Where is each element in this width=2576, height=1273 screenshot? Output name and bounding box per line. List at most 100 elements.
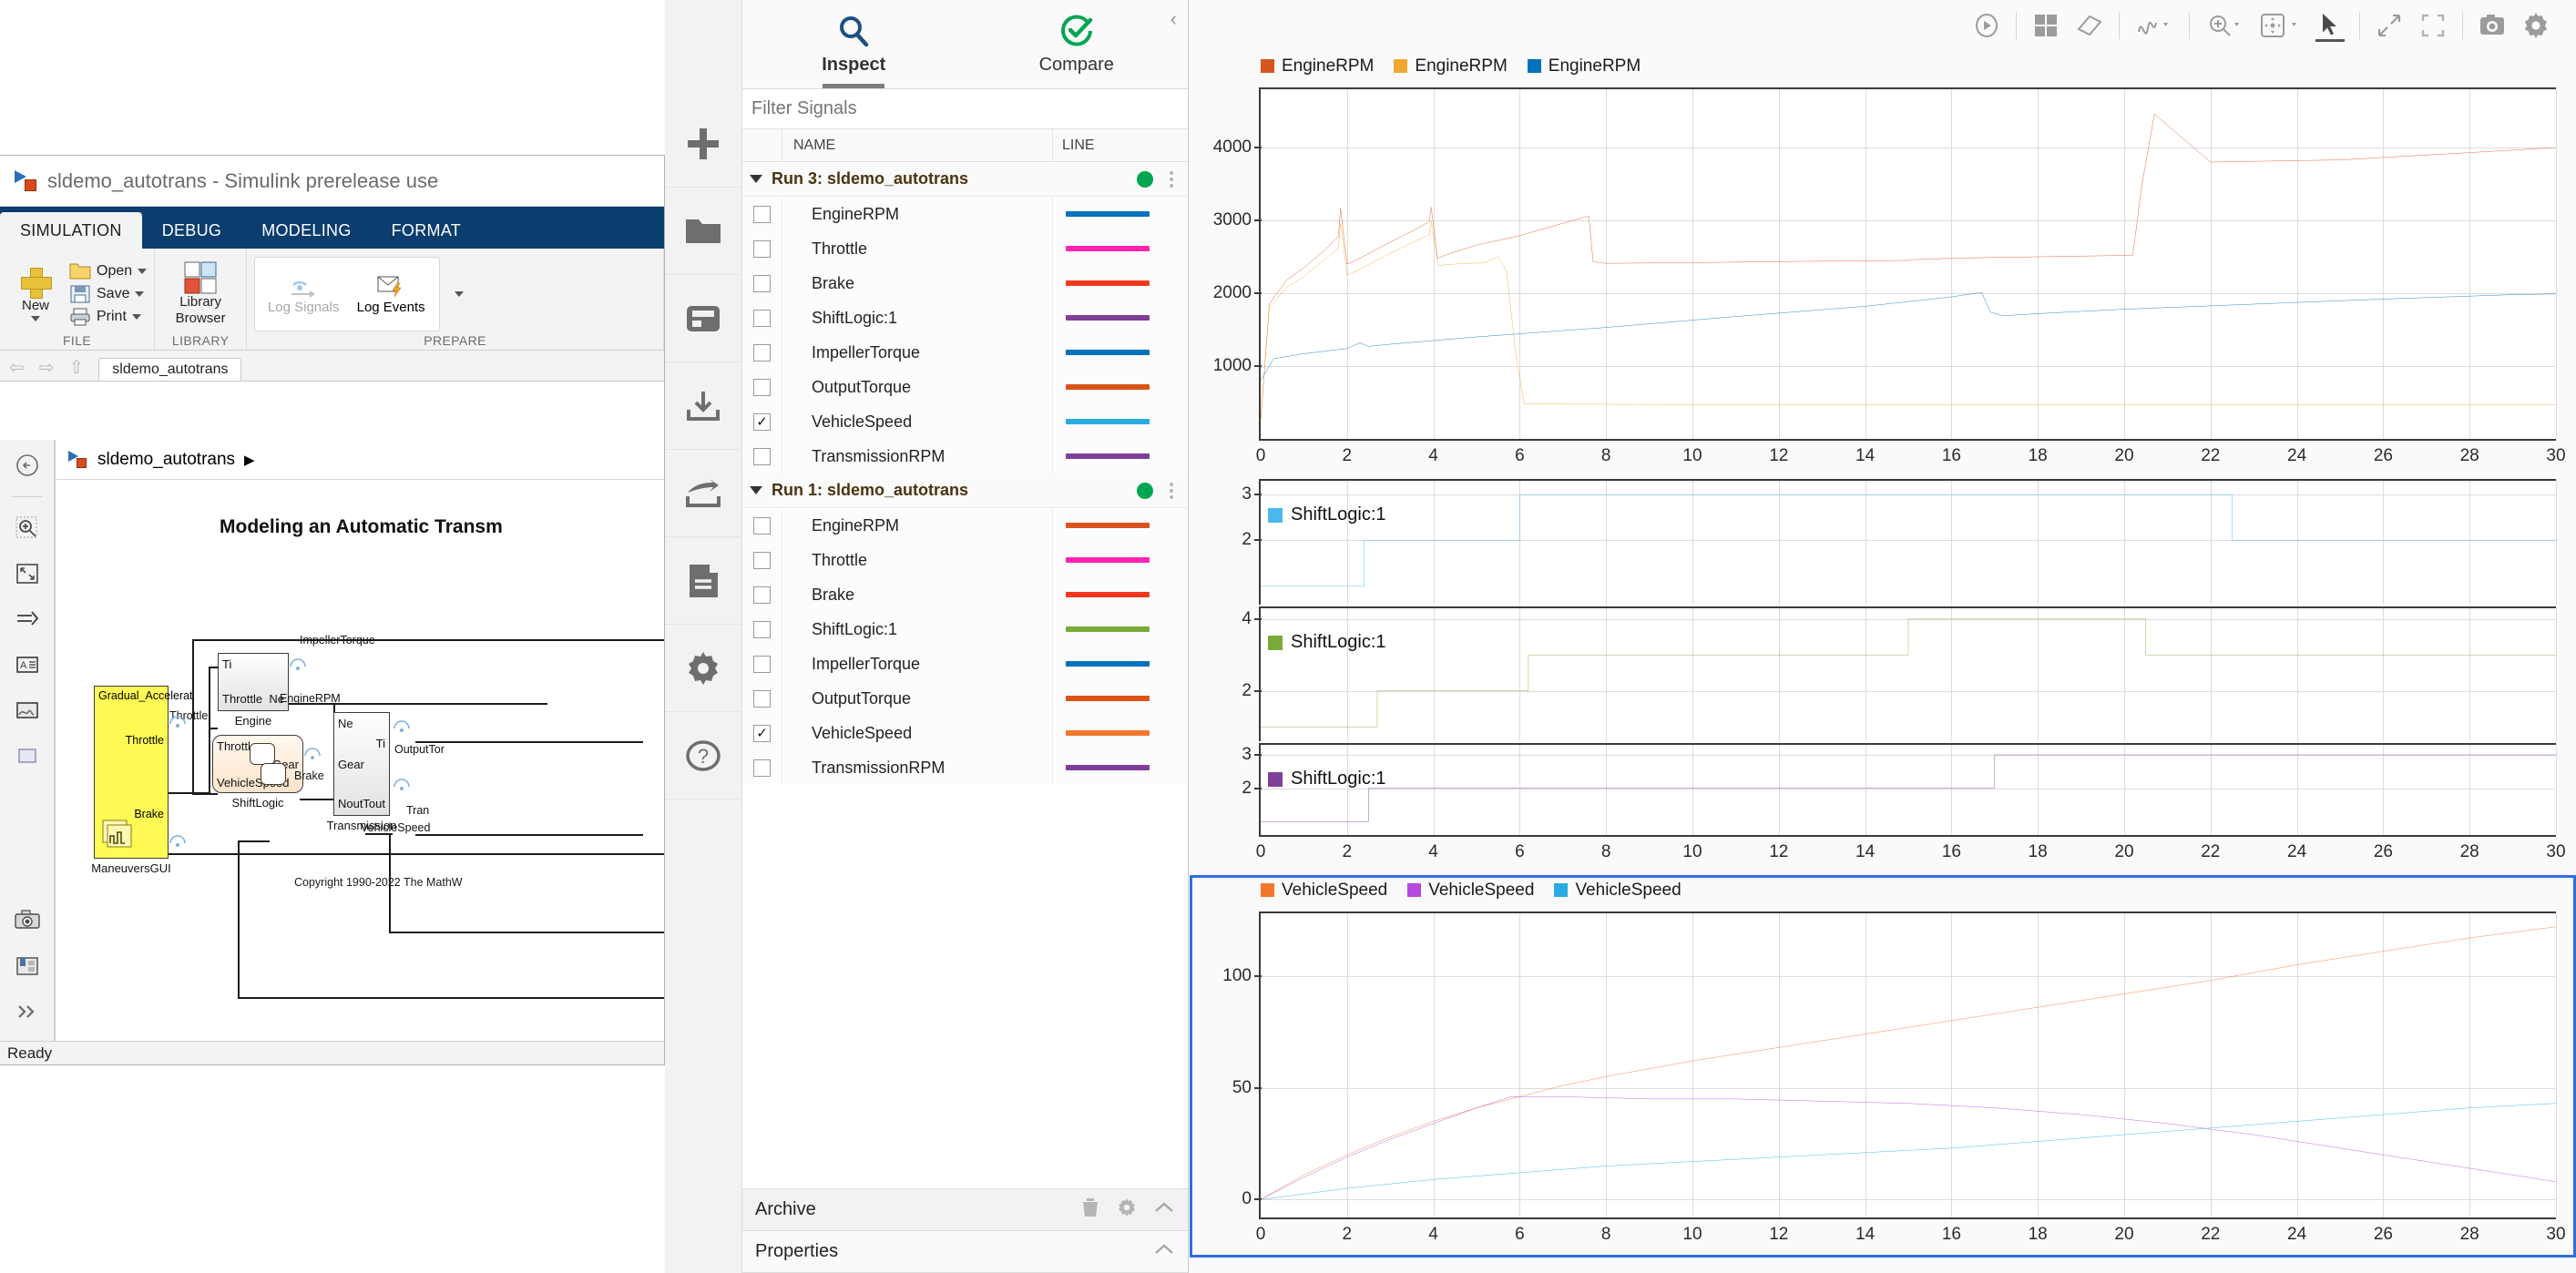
signal-row[interactable]: Throttle [742,543,1188,577]
ribbon-tab-format[interactable]: FORMAT [372,212,481,249]
ribbon-tab-modeling[interactable]: MODELING [241,212,371,249]
signal-row[interactable]: Brake [742,266,1188,300]
tab-inspect[interactable]: Inspect [742,0,966,88]
pan-icon[interactable] [2252,5,2308,46]
legend-item[interactable]: VehicleSpeed [1407,881,1534,901]
signal-row[interactable]: Throttle [742,231,1188,266]
signal-row[interactable]: ShiftLogic:1 [742,300,1188,335]
chart-5[interactable]: VehicleSpeed VehicleSpeed VehicleSpeed 0 50 1… [1190,875,2576,1258]
plot-area[interactable]: 0 50 100 0 2 4 6 8 10 12 14 16 18 20 22 24 26 28 30 [1222,911,2566,1244]
signal-checkbox-cell[interactable] [742,439,782,474]
signal-checkbox-cell[interactable] [742,681,782,716]
plot-area[interactable]: 2 3 ShiftLogic:1 [1242,479,2557,605]
chart-3[interactable]: 2 4 ShiftLogic:1 [1190,606,2576,743]
chevron-up-icon[interactable] [1153,1241,1175,1262]
signal-checkbox[interactable] [753,759,771,777]
run-menu-icon[interactable] [1160,482,1182,499]
signal-checkbox[interactable] [753,620,771,638]
help-icon[interactable]: ? [664,712,742,799]
snapshot-icon[interactable] [2470,5,2514,46]
legend-item[interactable]: EngineRPM [1527,56,1641,76]
signal-checkbox[interactable] [753,551,771,569]
expand-diagonal-icon[interactable] [2367,5,2411,46]
signal-line-cell[interactable] [1053,681,1188,716]
chevron-down-icon[interactable] [131,313,141,320]
run-row[interactable]: Run 1: sldemo_autotrans [742,474,1188,508]
plot-area[interactable]: 2 3 0 2 4 6 8 10 12 14 16 18 20 22 24 26 28 30 ShiftLogic:… [1242,743,2566,861]
signal-line-cell[interactable] [1053,370,1188,404]
block-maneuversgui[interactable]: Gradual_Accelerat Throttle Brake [94,686,193,859]
signal-row[interactable]: ✓ VehicleSpeed [742,404,1188,439]
layout-grid-icon[interactable] [2024,5,2068,46]
legend-item[interactable]: EngineRPM [1261,56,1374,76]
signal-line-cell[interactable] [1053,577,1188,612]
back-arrow-icon[interactable]: ⇦ [9,356,25,381]
signal-line-cell[interactable] [1053,543,1188,577]
plot-area[interactable]: 1000 2000 3000 4000 0 2 4 6 8 10 12 14 16 18 20 22 24 26 2… [1213,87,2566,465]
line-color-swatch[interactable] [1066,280,1150,286]
more-tools-icon[interactable] [13,997,42,1026]
signal-line-cell[interactable] [1053,508,1188,543]
signal-checkbox-cell[interactable] [742,577,782,612]
line-color-swatch[interactable] [1066,523,1150,528]
line-color-swatch[interactable] [1066,246,1150,251]
trash-icon[interactable] [1080,1197,1100,1224]
filter-signals-input[interactable]: Filter Signals [742,89,1188,129]
legend-item[interactable]: EngineRPM [1394,56,1508,76]
properties-panel-header[interactable]: Properties [742,1231,1188,1273]
line-color-swatch[interactable] [1066,626,1150,632]
save-button[interactable]: Save [69,284,147,304]
chart-4[interactable]: 2 3 0 2 4 6 8 10 12 14 16 18 20 22 24 26 28 30 ShiftLogic:… [1190,743,2576,875]
zoom-in-icon[interactable] [2197,5,2252,46]
export-icon[interactable] [664,450,742,537]
library-browser-button[interactable]: Library Browser [162,261,239,327]
signal-line-cell[interactable] [1053,647,1188,681]
legend-item[interactable]: VehicleSpeed [1261,881,1387,901]
chevron-down-icon[interactable] [138,268,148,274]
insert-area-icon[interactable] [13,741,42,770]
signal-checkbox-cell[interactable] [742,370,782,404]
signal-checkbox-cell[interactable]: ✓ [742,404,782,439]
insert-image-icon[interactable] [13,696,42,725]
chevron-down-icon[interactable] [135,290,145,297]
navigate-back-icon[interactable] [13,451,42,480]
zoom-in-icon[interactable] [13,514,42,543]
signal-list[interactable]: Run 3: sldemo_autotrans EngineRPM Throttle… [742,162,1188,1188]
signal-checkbox[interactable] [753,239,771,258]
signal-checkbox-cell[interactable] [742,508,782,543]
signal-checkbox-cell[interactable] [742,612,782,647]
log-events-button[interactable]: Log Events [352,272,430,315]
run-menu-icon[interactable] [1160,170,1182,188]
import-icon[interactable] [664,362,742,450]
model-canvas[interactable]: sldemo_autotrans ▶ Modeling an Automatic… [55,440,664,1041]
chevron-down-icon[interactable] [750,486,762,494]
line-color-swatch[interactable] [1066,557,1150,563]
signal-row[interactable]: OutputTorque [742,370,1188,404]
ribbon-overflow-chevron-icon[interactable] [455,290,465,297]
signal-checkbox[interactable]: ✓ [753,724,771,742]
signal-row[interactable]: ImpellerTorque [742,335,1188,370]
ribbon-tab-simulation[interactable]: SIMULATION [0,212,142,249]
signal-row[interactable]: OutputTorque [742,681,1188,716]
signal-row[interactable]: TransmissionRPM [742,750,1188,785]
signal-line-cell[interactable] [1053,612,1188,647]
chart-1[interactable]: EngineRPM EngineRPM EngineRPM 1000 2000 3000 4… [1190,51,2576,479]
signal-line-cell[interactable] [1053,439,1188,474]
folder-open-icon[interactable] [664,188,742,275]
settings-icon[interactable] [664,625,742,712]
line-color-swatch[interactable] [1066,661,1150,667]
signal-checkbox-cell[interactable] [742,266,782,300]
camera-icon[interactable] [13,906,42,935]
model-info-icon[interactable] [13,952,42,981]
block-transmission[interactable]: Ne Gear Nout Ti Tout [333,712,390,816]
open-button[interactable]: Open [69,261,148,281]
signal-checkbox-cell[interactable] [742,197,782,231]
signal-checkbox-cell[interactable] [742,647,782,681]
signal-line-cell[interactable] [1053,266,1188,300]
line-color-swatch[interactable] [1066,419,1150,424]
log-signals-button[interactable]: Log Signals [264,272,342,315]
collapse-panel-chevron-icon[interactable]: ‹ [1170,7,1177,31]
fit-to-view-icon[interactable] [2411,5,2455,46]
signal-row[interactable]: ✓ VehicleSpeed [742,716,1188,750]
line-color-swatch[interactable] [1066,350,1150,355]
